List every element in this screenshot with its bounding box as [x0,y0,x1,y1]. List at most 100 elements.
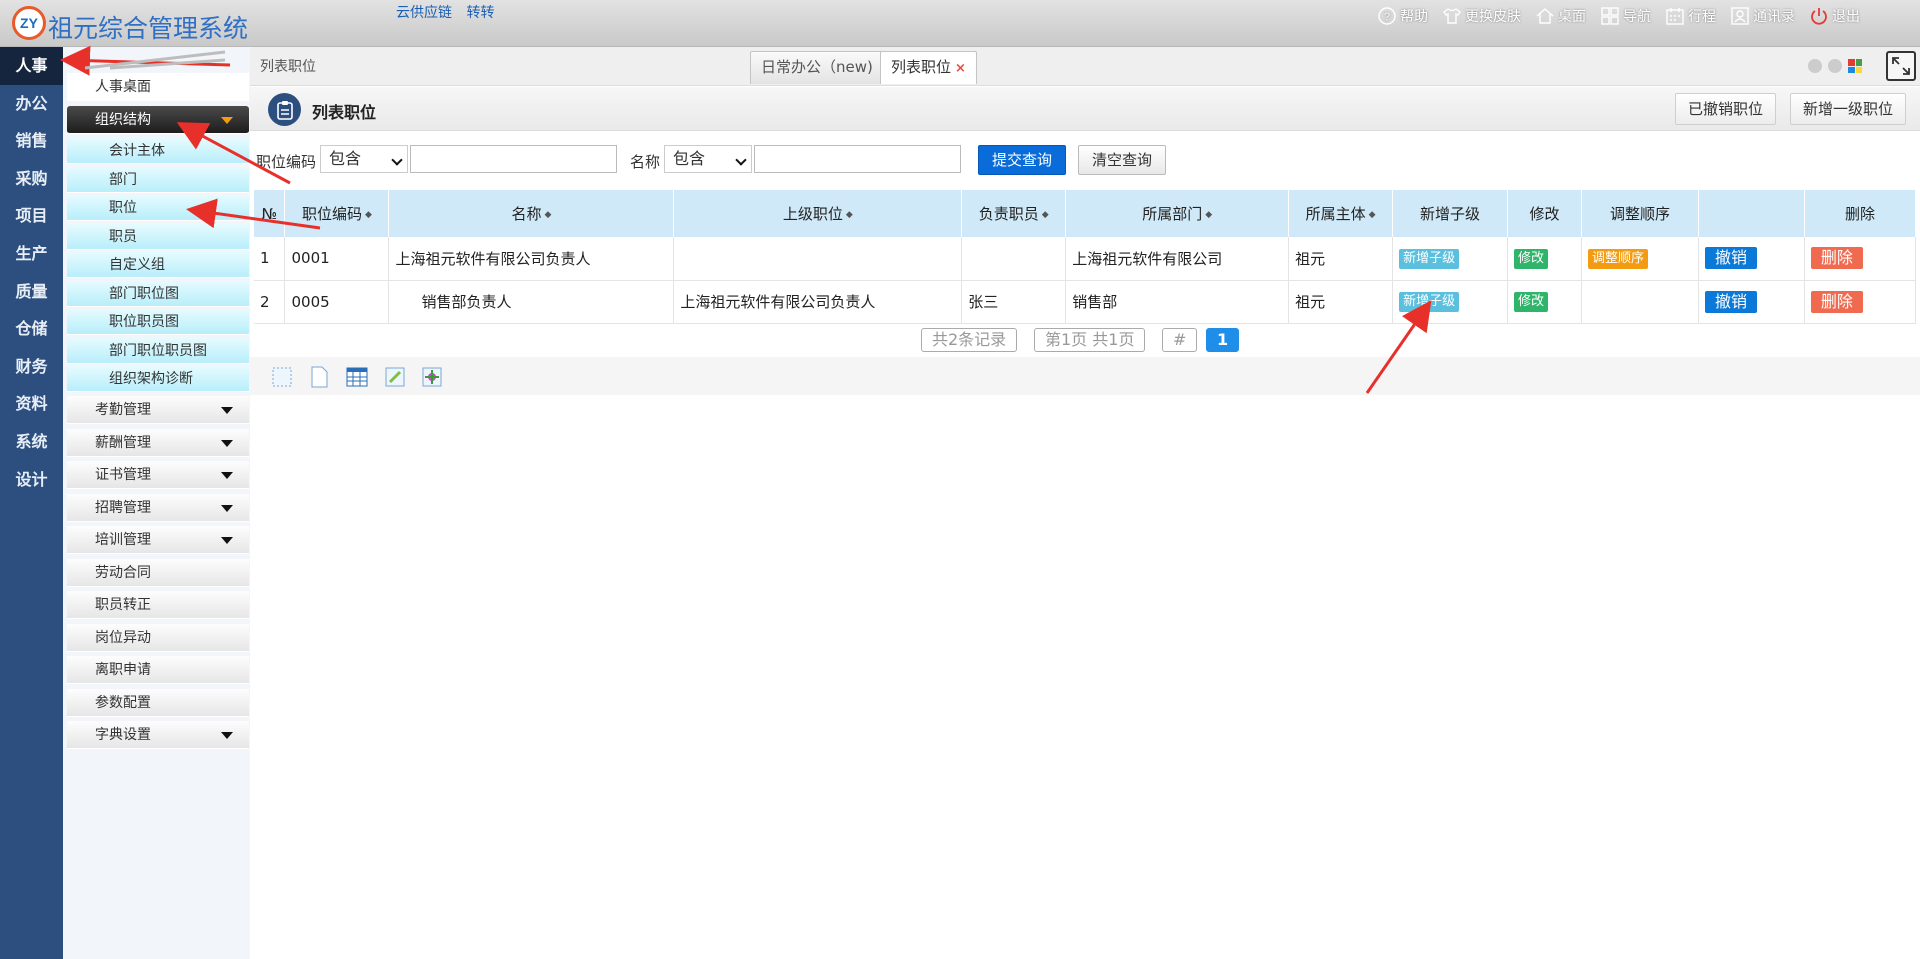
navigation-button[interactable]: 导航 [1600,6,1651,26]
table-icon[interactable] [345,365,369,389]
edit-note-icon[interactable] [383,365,407,389]
tab-prev-icon[interactable] [1808,59,1822,73]
col-delete: 删除 [1804,190,1917,237]
code-operator-select[interactable]: 包含 [320,145,408,173]
submenu-department[interactable]: 部门 [67,166,249,193]
rail-item-design[interactable]: 设计 [0,461,63,499]
expand-icon [1892,57,1910,75]
table-header-row: № 职位编码 ◆ 名称 ◆ 上级职位 ◆ 负责职员 ◆ 所属部门 ◆ 所属主体 ◆ 新增子级… [254,190,1917,237]
rail-item-system[interactable]: 系统 [0,423,63,461]
submenu-custom-group[interactable]: 自定义组 [67,252,249,278]
submenu-dept-position-chart[interactable]: 部门职位图 [67,280,249,307]
pager-page-info: 第1页 共1页 [1034,328,1146,352]
col-dept[interactable]: 所属部门 ◆ [1065,190,1290,237]
schedule-button[interactable]: 行程 [1665,6,1716,26]
col-name[interactable]: 名称 ◆ [388,190,675,237]
col-code[interactable]: 职位编码 ◆ [284,190,390,237]
revoked-positions-button[interactable]: 已撤销职位 [1675,93,1777,125]
submenu-certificate[interactable]: 证书管理 [67,461,249,489]
submenu-regularization[interactable]: 职员转正 [67,591,249,619]
page-titlebar: 列表职位 已撤销职位 新增一级职位 [250,87,1920,131]
help-icon: ? [1378,7,1396,25]
add-top-position-button[interactable]: 新增一级职位 [1790,93,1907,125]
pager-page-1[interactable]: 1 [1206,328,1240,352]
col-parent[interactable]: 上级职位 ◆ [673,190,963,237]
submenu-org-diagnosis[interactable]: 组织架构诊断 [67,366,249,392]
submenu-training[interactable]: 培训管理 [67,526,249,554]
submenu-org-structure[interactable]: 组织结构 [67,106,249,134]
rail-item-warehouse[interactable]: 仓储 [0,310,63,348]
shirt-icon [1443,8,1461,24]
rail-item-data[interactable]: 资料 [0,385,63,423]
submenu-recruitment[interactable]: 招聘管理 [67,493,249,522]
tab-daily-office[interactable]: 日常办公（new) [750,51,884,84]
revoke-button[interactable]: 撤销 [1704,247,1757,270]
rail-item-production[interactable]: 生产 [0,235,63,273]
name-input[interactable] [754,145,961,173]
help-button[interactable]: ? 帮助 [1377,6,1428,26]
sort-icon: ◆ [1368,209,1376,220]
submenu-resignation[interactable]: 离职申请 [67,656,249,684]
contacts-button[interactable]: 通讯录 [1730,6,1795,26]
app-logo: ZY [12,6,46,40]
rail-item-hr[interactable]: 人事 [0,47,63,85]
delete-button[interactable]: 删除 [1810,247,1863,270]
submenu-hr-desk[interactable]: 人事桌面 [67,73,249,101]
revoke-button[interactable]: 撤销 [1704,290,1757,313]
table-toolstrip [250,357,1920,395]
link-zhuanzhuan[interactable]: 转转 [466,5,494,21]
delete-button[interactable]: 删除 [1810,290,1863,313]
change-skin-button[interactable]: 更换皮肤 [1442,6,1521,26]
reorder-button[interactable]: 调整顺序 [1588,248,1649,269]
fullscreen-button[interactable] [1886,51,1916,81]
rail-item-quality[interactable]: 质量 [0,273,63,311]
caret-down-icon [221,504,233,512]
tab-menu-icon[interactable] [1848,59,1862,73]
submit-query-button[interactable]: 提交查询 [978,145,1067,175]
logout-button[interactable]: 退出 [1809,6,1860,26]
edit-button[interactable]: 修改 [1514,248,1549,269]
pager-total: 共2条记录 [921,328,1018,352]
link-cloud-supply-chain[interactable]: 云供应链 [396,5,452,21]
rail-item-finance[interactable]: 财务 [0,348,63,386]
close-tab-icon[interactable]: × [955,61,966,76]
document-icon[interactable] [307,365,331,389]
select-icon[interactable] [270,365,294,389]
tab-nav [1808,59,1862,73]
desktop-button[interactable]: 桌面 [1535,6,1586,26]
settings-grid-icon[interactable] [420,365,444,389]
name-operator-select[interactable]: 包含 [664,145,752,173]
rail-item-project[interactable]: 项目 [0,197,63,235]
clear-query-button[interactable]: 清空查询 [1078,145,1167,175]
rail-item-sales[interactable]: 销售 [0,122,63,160]
add-child-button[interactable]: 新增子级 [1399,292,1460,312]
col-entity[interactable]: 所属主体 ◆ [1288,190,1394,237]
col-add-child: 新增子级 [1392,190,1509,237]
col-no: № [254,190,286,237]
submenu-position-employee-chart[interactable]: 职位职员图 [67,309,249,335]
caret-down-icon [221,472,233,479]
submenu-attendance[interactable]: 考勤管理 [67,396,249,424]
submenu-dept-position-employee-chart[interactable]: 部门职位职员图 [67,337,249,364]
add-child-button[interactable]: 新增子级 [1399,248,1460,269]
caret-down-icon [221,439,233,447]
submenu-job-transfer[interactable]: 岗位异动 [67,623,249,652]
submenu-accounting-entity[interactable]: 会计主体 [67,138,249,164]
submenu-salary[interactable]: 薪酬管理 [67,428,249,457]
submenu-employee[interactable]: 职员 [67,223,249,250]
col-owner[interactable]: 负责职员 ◆ [961,190,1067,237]
submenu-labor-contract[interactable]: 劳动合同 [67,558,249,587]
rail-item-purchase[interactable]: 采购 [0,160,63,198]
contacts-icon [1731,7,1749,25]
submenu-position[interactable]: 职位 [67,195,249,221]
rail-item-office[interactable]: 办公 [0,85,63,123]
tab-next-icon[interactable] [1828,59,1842,73]
edit-button[interactable]: 修改 [1514,292,1549,312]
submenu-dictionary[interactable]: 字典设置 [67,721,249,749]
tab-position-list[interactable]: 列表职位 × [880,51,977,84]
submenu-parameters[interactable]: 参数配置 [67,688,249,717]
code-input[interactable] [410,145,617,173]
pager-hash[interactable]: # [1162,328,1198,352]
grid-icon [1601,7,1619,25]
sort-icon: ◆ [365,209,372,220]
